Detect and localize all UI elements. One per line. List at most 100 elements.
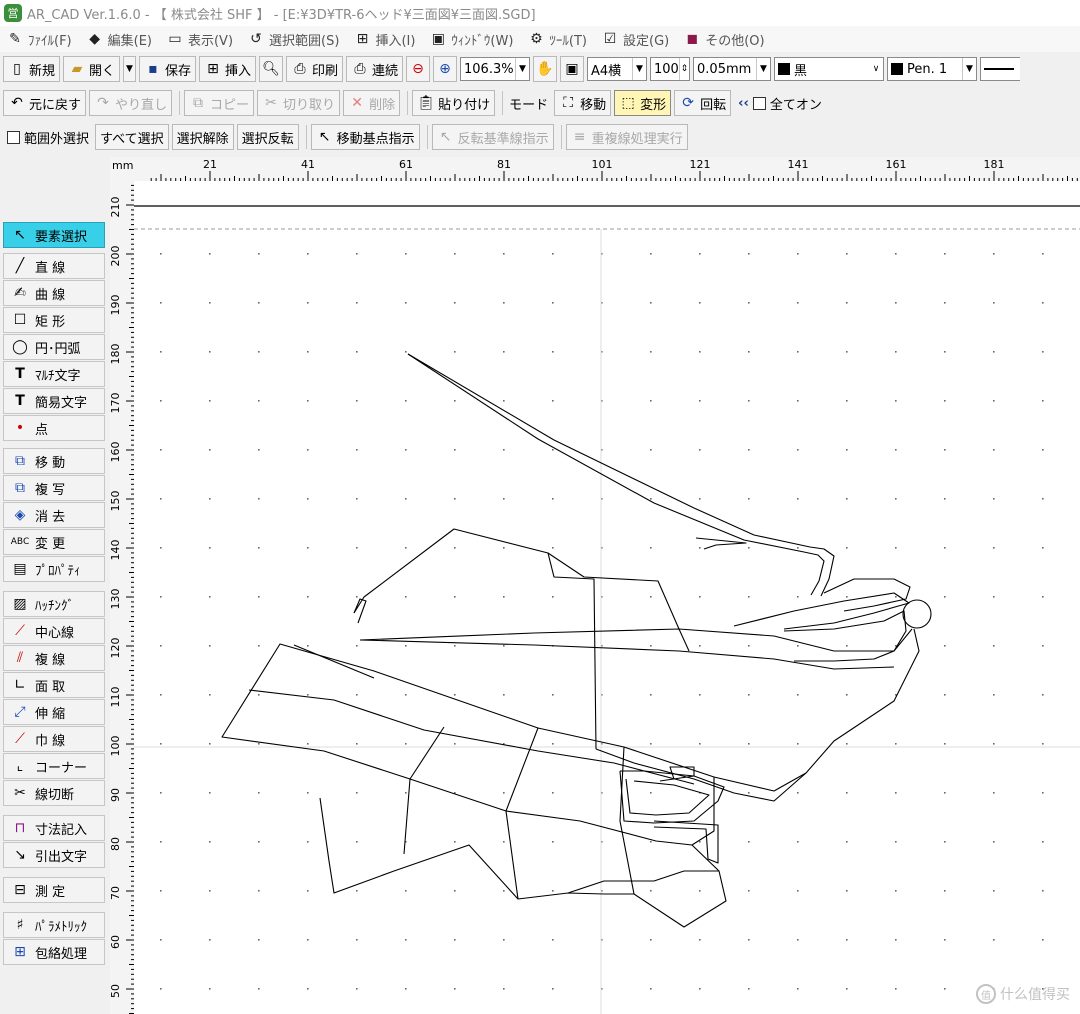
tool-circle-arc[interactable]: ◯ 円･円弧 bbox=[3, 334, 105, 360]
tool-line[interactable]: ╱ 直 線 bbox=[3, 253, 105, 279]
edit-toolbar: ↶ 元に戻す ↷ やり直し ⧉ コピー ✂ 切り取り ✕ 削除 📋︎ 貼り付け モード ⛶ 移… bbox=[0, 87, 1080, 119]
separator bbox=[407, 91, 409, 115]
chevron-down-icon: ▼ bbox=[756, 58, 770, 80]
tool-width-line[interactable]: ⟋ 巾 線 bbox=[3, 726, 105, 752]
cut-button[interactable]: ✂ 切り取り bbox=[257, 90, 341, 116]
continuous-print-button[interactable]: ⎙ 連続 bbox=[346, 56, 404, 82]
all-on-label: 全てオン bbox=[769, 97, 822, 113]
tool-point[interactable]: • 点 bbox=[3, 415, 105, 441]
mode-rotate-button[interactable]: ⟳ 回転 bbox=[674, 90, 732, 116]
tool-property[interactable]: ▤ ﾌﾟﾛﾊﾟﾃｨ bbox=[3, 556, 105, 582]
menu-file[interactable]: ✎ ﾌｧｲﾙ(F) bbox=[0, 30, 80, 49]
menu-settings[interactable]: ☑ 設定(G) bbox=[595, 30, 677, 49]
tool-move[interactable]: ⧉ 移 動 bbox=[3, 448, 105, 474]
tool-change[interactable]: ABC 変 更 bbox=[3, 529, 105, 555]
paper-size-select[interactable]: A4横 ▼ bbox=[587, 57, 648, 81]
app-logo-icon: 営 bbox=[4, 4, 22, 22]
color-select[interactable]: 黒 ∨ bbox=[774, 57, 885, 81]
tool-double-line[interactable]: ⫽ 複 線 bbox=[3, 645, 105, 671]
ruler-label: 141 bbox=[788, 158, 809, 171]
vertical-ruler[interactable]: 210 200 190 180 170 160 150 140 130 120 110 100 90 80… bbox=[109, 181, 134, 1014]
invert-selection-button[interactable]: 選択反転 bbox=[236, 124, 299, 150]
tool-simple-text[interactable]: T 簡易文字 bbox=[3, 388, 105, 414]
copy-button[interactable]: ⧉ コピー bbox=[184, 90, 255, 116]
horizontal-ruler[interactable]: 21 41 61 81 101 121 141 161 181 bbox=[134, 157, 1080, 181]
redo-button[interactable]: ↷ やり直し bbox=[89, 90, 173, 116]
scale-input[interactable]: 100 ⇕ bbox=[650, 57, 691, 81]
line-width-select[interactable]: 0.05mm ▼ bbox=[693, 57, 772, 81]
visor-inner-edge bbox=[248, 689, 695, 785]
zoom-select[interactable]: 106.3% ▼ bbox=[460, 57, 531, 81]
menu-insert[interactable]: ⊞ 挿入(I) bbox=[347, 30, 423, 49]
tool-center-line[interactable]: ⟋ 中心線 bbox=[3, 618, 105, 644]
change-icon: ABC bbox=[10, 537, 30, 547]
tool-stretch[interactable]: ⤢ 伸 縮 bbox=[3, 699, 105, 725]
menu-tools[interactable]: ⚙ ﾂｰﾙ(T) bbox=[521, 30, 595, 49]
mode-move-button[interactable]: ⛶ 移動 bbox=[554, 90, 612, 116]
pen-select[interactable]: Pen. 1 ▼ bbox=[887, 57, 978, 81]
tool-envelope[interactable]: ⊞ 包絡処理 bbox=[3, 939, 105, 965]
duplicate-line-process-button[interactable]: ≡ 重複線処理実行 bbox=[565, 124, 688, 150]
transform-mode-icon: ⬚ bbox=[621, 95, 635, 111]
drawing-svg bbox=[134, 205, 1080, 1014]
print-button[interactable]: ⎙ 印刷 bbox=[285, 56, 343, 82]
ruler-label: 60 bbox=[110, 935, 122, 949]
tool-erase[interactable]: ◈ 消 去 bbox=[3, 502, 105, 528]
deselect-button[interactable]: 選択解除 bbox=[171, 124, 234, 150]
menu-edit[interactable]: ◆ 編集(E) bbox=[80, 30, 160, 49]
tool-select-element[interactable]: ↖ 要素選択 bbox=[3, 222, 105, 248]
new-button[interactable]: ▯ 新規 bbox=[3, 56, 61, 82]
head-side-panel bbox=[547, 552, 597, 750]
tool-line-cut[interactable]: ✂ 線切断 bbox=[3, 780, 105, 806]
zoom-out-button[interactable]: ⊖ bbox=[406, 56, 431, 82]
ruler-label: 181 bbox=[984, 158, 1005, 171]
move-mode-icon: ⛶ bbox=[563, 95, 574, 111]
tool-curve[interactable]: ✍ 曲 線 bbox=[3, 280, 105, 306]
pan-button[interactable]: ✋ bbox=[533, 56, 558, 82]
watermark: 值 什么值得买 bbox=[976, 984, 1070, 1004]
line-type-select[interactable] bbox=[980, 57, 1021, 81]
visor-block bbox=[221, 643, 715, 846]
tool-corner[interactable]: ⌞ コーナー bbox=[3, 753, 105, 779]
move-base-point-button[interactable]: ↖ 移動基点指示 bbox=[310, 124, 420, 150]
view-icon: ▭ bbox=[168, 31, 182, 47]
tool-copy[interactable]: ⧉ 複 写 bbox=[3, 475, 105, 501]
menu-select-range[interactable]: ↺ 選択範囲(S) bbox=[241, 30, 347, 49]
antenna-central-inner bbox=[359, 639, 895, 670]
duplicate-line-icon: ≡ bbox=[573, 129, 586, 145]
mirror-base-line-button[interactable]: ↖ 反転基準線指示 bbox=[431, 124, 554, 150]
out-of-range-checkbox[interactable] bbox=[7, 130, 20, 144]
select-all-button[interactable]: すべて選択 bbox=[95, 124, 169, 150]
insert-button[interactable]: ⊞ 挿入 bbox=[198, 56, 256, 82]
drawing-canvas[interactable]: 值 什么值得买 bbox=[134, 181, 1080, 1014]
menu-window[interactable]: ▣ ｳｨﾝﾄﾞｳ(W) bbox=[423, 30, 521, 49]
tool-measure[interactable]: ⊟ 測 定 bbox=[3, 877, 105, 903]
menu-other[interactable]: ◼ その他(O) bbox=[677, 30, 772, 49]
tool-parametric[interactable]: ♯ ﾊﾟﾗﾒﾄﾘｯｸ bbox=[3, 912, 105, 938]
tool-rectangle[interactable]: ☐ 矩 形 bbox=[3, 307, 105, 333]
mouth-plate-inner bbox=[625, 778, 710, 816]
ruler-label: 130 bbox=[110, 589, 122, 610]
selection-toolbar: 範囲外選択 すべて選択 選択解除 選択反転 ↖ 移動基点指示 ↖ 反転基準線指示 ≡… bbox=[0, 121, 1080, 153]
mode-transform-button[interactable]: ⬚ 変形 bbox=[614, 90, 672, 116]
tool-multi-text[interactable]: T ﾏﾙﾁ文字 bbox=[3, 361, 105, 387]
tool-hatching[interactable]: ▨ ﾊｯﾁﾝｸﾞ bbox=[3, 591, 105, 617]
ruler-label: 110 bbox=[110, 687, 122, 708]
save-button[interactable]: ▪ 保存 bbox=[138, 56, 196, 82]
paper-frame-button[interactable]: ▣ bbox=[560, 56, 585, 82]
tool-leader-text[interactable]: ↘ 引出文字 bbox=[3, 842, 105, 868]
menu-view[interactable]: ▭ 表示(V) bbox=[160, 30, 241, 49]
paste-button[interactable]: 📋︎ 貼り付け bbox=[412, 90, 496, 116]
corner-icon: ⌞ bbox=[16, 758, 24, 774]
all-on-checkbox[interactable] bbox=[752, 96, 766, 110]
print-preview-button[interactable]: 🔍︎ bbox=[258, 56, 283, 82]
open-dropdown-button[interactable]: ▼ bbox=[123, 56, 136, 82]
open-button[interactable]: ▰ 開く bbox=[63, 56, 121, 82]
undo-button[interactable]: ↶ 元に戻す bbox=[3, 90, 87, 116]
zoom-in-button[interactable]: ⊕ bbox=[433, 56, 458, 82]
collapse-chevron-icon[interactable]: ‹‹ bbox=[738, 96, 749, 111]
tool-dimension[interactable]: ⊓ 寸法記入 bbox=[3, 815, 105, 841]
delete-button[interactable]: ✕ 削除 bbox=[343, 90, 401, 116]
visor-top-edge bbox=[293, 644, 375, 679]
tool-chamfer[interactable]: ∟ 面 取 bbox=[3, 672, 105, 698]
